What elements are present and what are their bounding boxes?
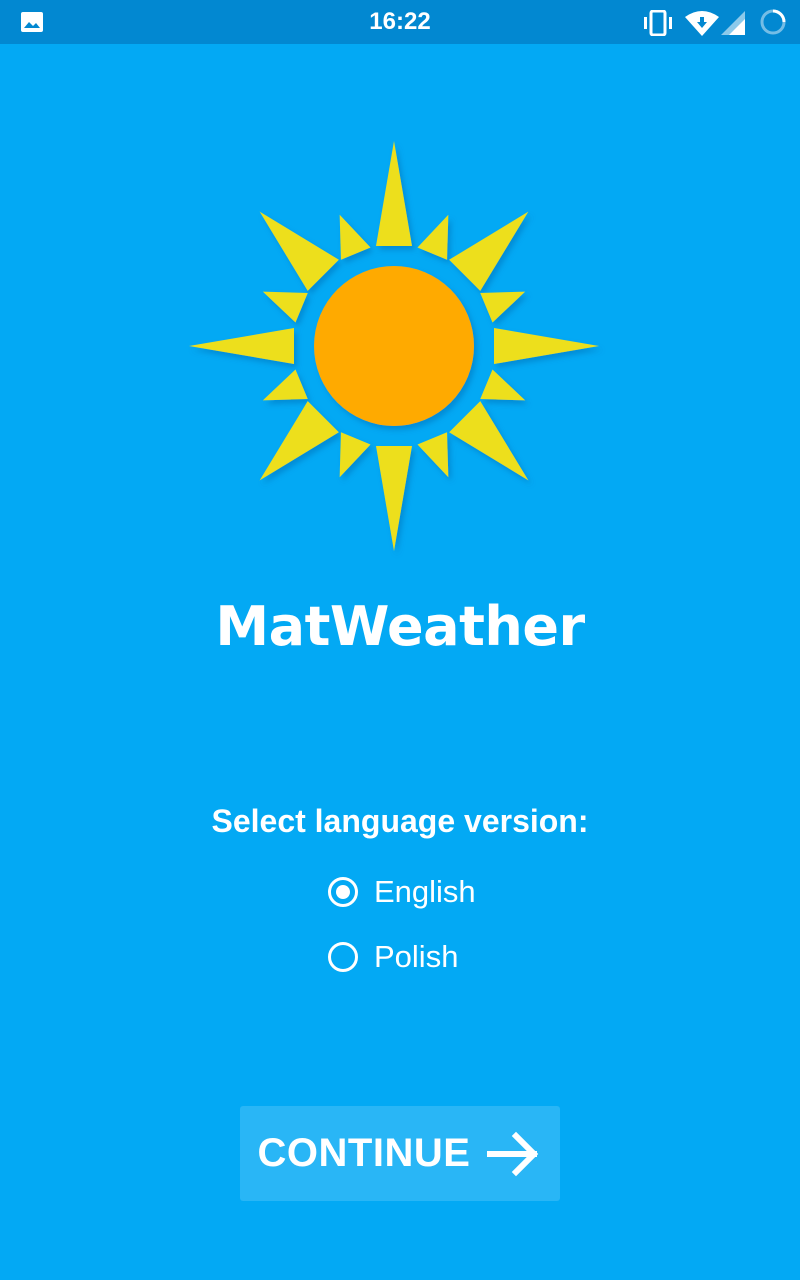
sun-icon	[189, 141, 599, 551]
sun-ray-short	[480, 291, 526, 323]
sun-ray-short	[262, 369, 308, 401]
radio-option-polish[interactable]: Polish	[328, 935, 458, 979]
status-time: 16:22	[369, 8, 431, 35]
status-bar: 16:22	[0, 0, 800, 44]
sun-ray-long	[376, 141, 412, 246]
sun-ray-short	[339, 214, 371, 260]
language-prompt: Select language version:	[211, 803, 589, 839]
sun-ray-short	[480, 369, 526, 401]
sun-logo	[180, 135, 610, 560]
radio-button-polish[interactable]	[328, 942, 358, 972]
wifi-icon	[684, 9, 720, 41]
cell-signal-icon	[719, 9, 747, 41]
app-title: MatWeather	[215, 595, 585, 658]
sun-ray-short	[339, 432, 371, 478]
continue-button[interactable]: CONTINUE	[240, 1106, 560, 1201]
sun-ray-short	[417, 432, 449, 478]
radio-option-english[interactable]: English	[328, 870, 476, 914]
sun-ray-diagonal	[259, 211, 339, 291]
sun-ray-long	[494, 328, 599, 364]
radio-label-english: English	[374, 874, 476, 909]
sun-ray-diagonal	[449, 401, 529, 481]
radio-selected-dot	[336, 885, 350, 899]
sun-ray-long	[189, 328, 294, 364]
arrow-right-icon	[487, 1131, 539, 1176]
radio-label-polish: Polish	[374, 939, 459, 974]
continue-label: CONTINUE	[257, 1131, 471, 1175]
sun-ray-short	[262, 291, 308, 323]
sun-ray-diagonal	[449, 211, 529, 291]
radio-button-english[interactable]	[328, 877, 358, 907]
sun-ray-long	[376, 446, 412, 551]
vibrate-icon	[642, 9, 674, 40]
sun-ray-short	[417, 214, 449, 260]
sync-icon	[758, 7, 788, 41]
sun-ray-diagonal	[259, 401, 339, 481]
sun-core	[314, 266, 474, 426]
